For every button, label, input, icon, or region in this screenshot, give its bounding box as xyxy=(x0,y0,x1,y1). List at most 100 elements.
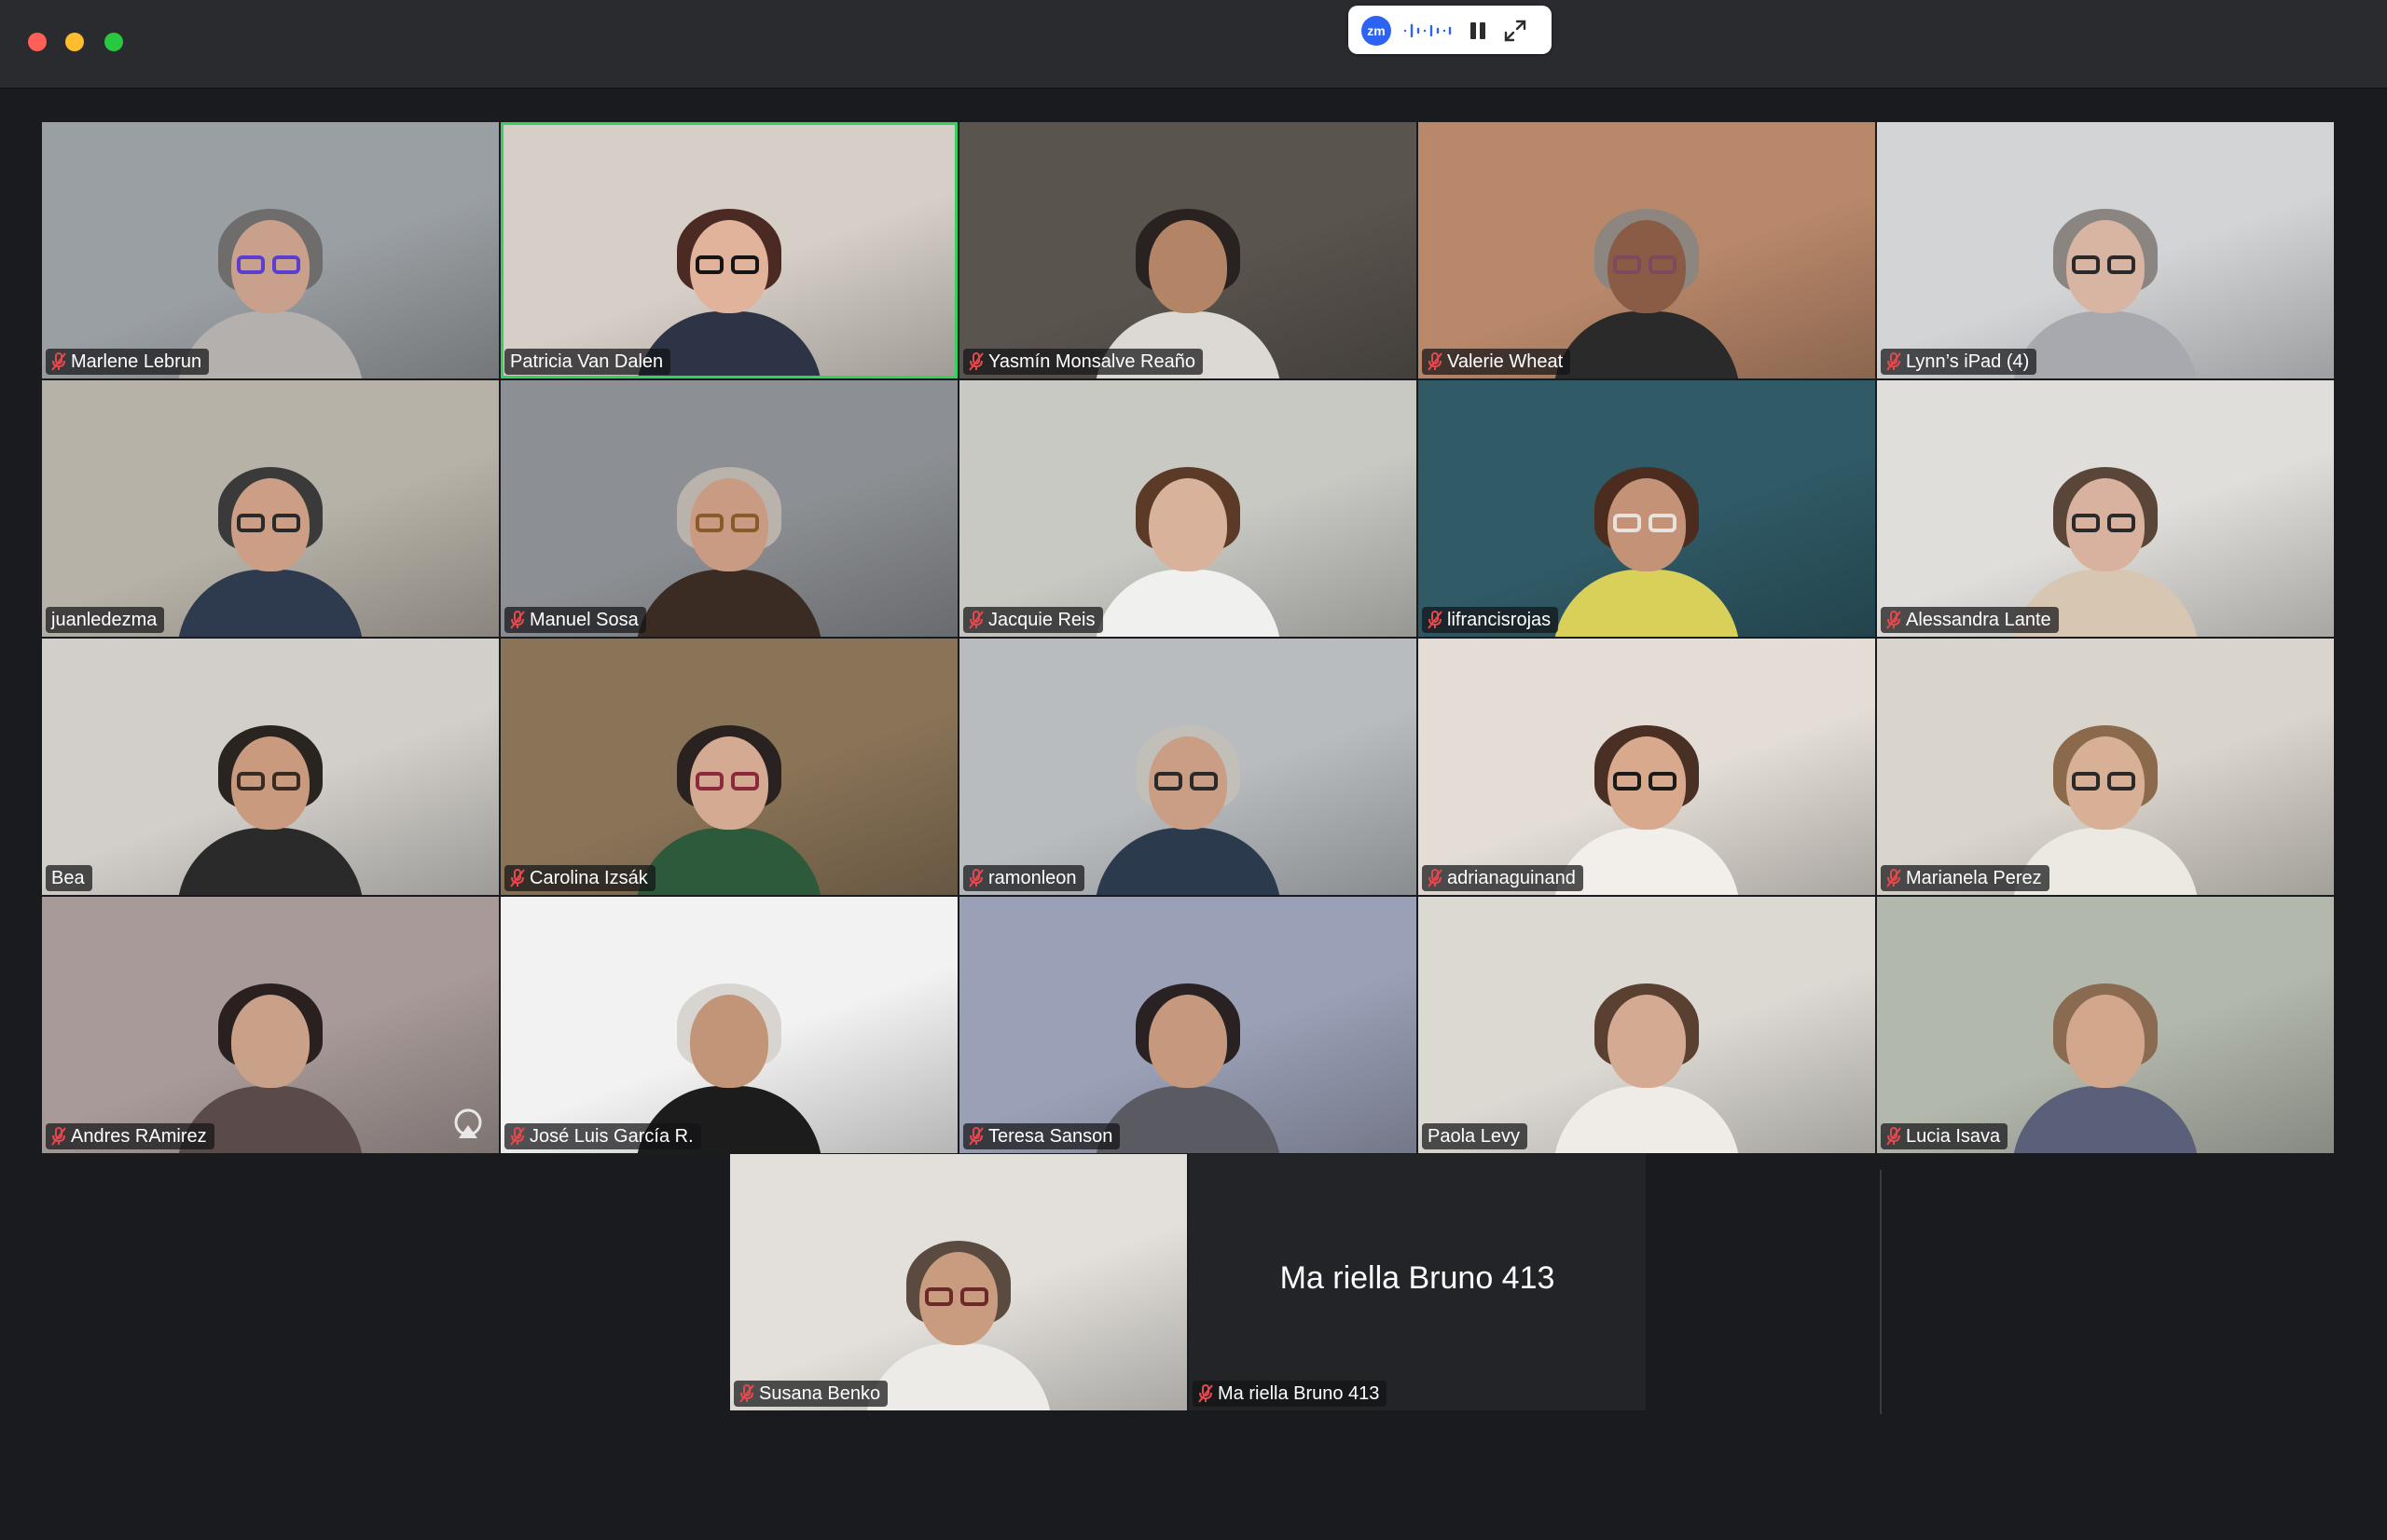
participant-tile[interactable]: Teresa Sanson xyxy=(959,897,1416,1153)
expand-icon[interactable] xyxy=(1503,19,1527,43)
participant-tile[interactable]: Marlene Lebrun xyxy=(42,122,499,378)
mic-muted-icon xyxy=(510,869,525,887)
participant-tile[interactable]: Carolina Izsák xyxy=(501,639,958,895)
participant-name-label: Lynn’s iPad (4) xyxy=(1881,349,2037,375)
participant-tile[interactable]: Yasmín Monsalve Reaño xyxy=(959,122,1416,378)
mic-muted-icon xyxy=(969,611,984,629)
participant-tile[interactable]: Marianela Perez xyxy=(1877,639,2334,895)
participant-name: Lynn’s iPad (4) xyxy=(1906,351,2030,372)
mic-muted-icon xyxy=(969,352,984,371)
mic-muted-icon xyxy=(969,869,984,887)
participant-tile[interactable]: adrianaguinand xyxy=(1418,639,1875,895)
glasses-icon xyxy=(1613,772,1680,791)
participant-tile[interactable]: Jacquie Reis xyxy=(959,380,1416,637)
participant-tile[interactable]: Lynn’s iPad (4) xyxy=(1877,122,2334,378)
participant-name: Paola Levy xyxy=(1428,1126,1520,1147)
participant-video-figure xyxy=(1553,467,1740,637)
participant-tile[interactable]: Paola Levy xyxy=(1418,897,1875,1153)
glasses-icon xyxy=(2072,772,2139,791)
figure-head xyxy=(1149,220,1227,313)
participant-name-label: Valerie Wheat xyxy=(1422,349,1571,375)
mic-muted-icon xyxy=(1886,611,1901,629)
participant-video-figure xyxy=(1553,983,1740,1153)
participant-name: juanledezma xyxy=(51,610,158,630)
glasses-icon xyxy=(925,1287,992,1306)
participant-name: Jacquie Reis xyxy=(988,610,1096,630)
participant-tile[interactable]: ramonleon xyxy=(959,639,1416,895)
audio-wave-icon xyxy=(1403,23,1452,38)
figure-body xyxy=(865,1343,1052,1410)
participant-tile[interactable]: lifrancisrojas xyxy=(1418,380,1875,637)
participant-tile[interactable]: Alessandra Lante xyxy=(1877,380,2334,637)
participant-name: Susana Benko xyxy=(759,1383,881,1404)
participant-name-label: Lucia Isava xyxy=(1881,1123,2008,1149)
participant-name: Marianela Perez xyxy=(1906,868,2042,888)
participant-video-figure xyxy=(865,1241,1052,1410)
participant-video-figure xyxy=(177,467,364,637)
participant-name: Teresa Sanson xyxy=(988,1126,1113,1147)
participant-name: Alessandra Lante xyxy=(1906,610,2051,630)
glasses-icon xyxy=(1613,255,1680,274)
participant-video-figure xyxy=(1095,983,1281,1153)
glasses-icon xyxy=(2072,255,2139,274)
participant-name-label: ramonleon xyxy=(963,865,1084,891)
airplay-icon xyxy=(454,1108,482,1138)
gallery-divider xyxy=(1880,1170,1882,1414)
participant-name-label: lifrancisrojas xyxy=(1422,607,1559,633)
participant-video-figure xyxy=(1095,467,1281,637)
mic-muted-icon xyxy=(1886,352,1901,371)
participant-name: Patricia Van Dalen xyxy=(510,351,664,372)
glasses-icon xyxy=(696,255,763,274)
figure-hair xyxy=(677,209,781,293)
figure-head xyxy=(1607,995,1686,1088)
participant-tile-placeholder[interactable]: Ma riella Bruno 413 Ma riella Bruno 413 xyxy=(1189,1154,1646,1410)
participant-video-figure xyxy=(2012,209,2199,378)
figure-body xyxy=(636,828,822,895)
participant-video-figure xyxy=(1553,209,1740,378)
participant-tile[interactable]: Lucia Isava xyxy=(1877,897,2334,1153)
participant-name: Ma riella Bruno 413 xyxy=(1218,1383,1380,1404)
participant-name: Carolina Izsák xyxy=(530,868,648,888)
participant-tile[interactable]: juanledezma xyxy=(42,380,499,637)
mic-muted-icon xyxy=(739,1384,754,1403)
close-window-button[interactable] xyxy=(28,33,47,51)
participant-tile[interactable]: Andres RAmirez xyxy=(42,897,499,1153)
participant-tile[interactable]: José Luis García R. xyxy=(501,897,958,1153)
pause-recording-icon[interactable] xyxy=(1468,21,1488,41)
participant-name-label: Ma riella Bruno 413 xyxy=(1193,1381,1387,1407)
participant-tile[interactable]: Valerie Wheat xyxy=(1418,122,1875,378)
mic-muted-icon xyxy=(1428,352,1442,371)
mic-muted-icon xyxy=(1886,869,1901,887)
figure-head xyxy=(690,995,768,1088)
participant-name-label: Jacquie Reis xyxy=(963,607,1103,633)
participant-tile[interactable]: Bea xyxy=(42,639,499,895)
participant-name-label: Marlene Lebrun xyxy=(46,349,210,375)
participant-tile[interactable]: Patricia Van Dalen xyxy=(501,122,958,378)
mic-muted-icon xyxy=(510,611,525,629)
glasses-icon xyxy=(1613,514,1680,532)
minimize-window-button[interactable] xyxy=(65,33,84,51)
participant-name-label: Carolina Izsák xyxy=(504,865,655,891)
participant-name-label: Paola Levy xyxy=(1422,1123,1527,1149)
figure-head xyxy=(1149,478,1227,571)
mic-muted-icon xyxy=(1198,1384,1213,1403)
participant-name: Andres RAmirez xyxy=(71,1126,207,1147)
figure-body xyxy=(177,570,364,637)
glasses-icon xyxy=(237,772,304,791)
participant-video-figure xyxy=(177,725,364,895)
figure-body xyxy=(1095,828,1281,895)
recording-control-pill: zm xyxy=(1348,6,1552,54)
participant-name-label: juanledezma xyxy=(46,607,165,633)
participant-tile[interactable]: Susana Benko xyxy=(730,1154,1187,1410)
figure-body xyxy=(1553,570,1740,637)
participant-video-figure xyxy=(636,725,822,895)
figure-body xyxy=(636,311,822,378)
participant-tile[interactable]: Manuel Sosa xyxy=(501,380,958,637)
mic-muted-icon xyxy=(969,1127,984,1146)
zoom-window-button[interactable] xyxy=(104,33,123,51)
figure-body xyxy=(2012,1086,2199,1153)
title-bar: zm xyxy=(0,0,2387,89)
participant-name-label: Teresa Sanson xyxy=(963,1123,1121,1149)
figure-body xyxy=(1095,570,1281,637)
mic-muted-icon xyxy=(1428,869,1442,887)
